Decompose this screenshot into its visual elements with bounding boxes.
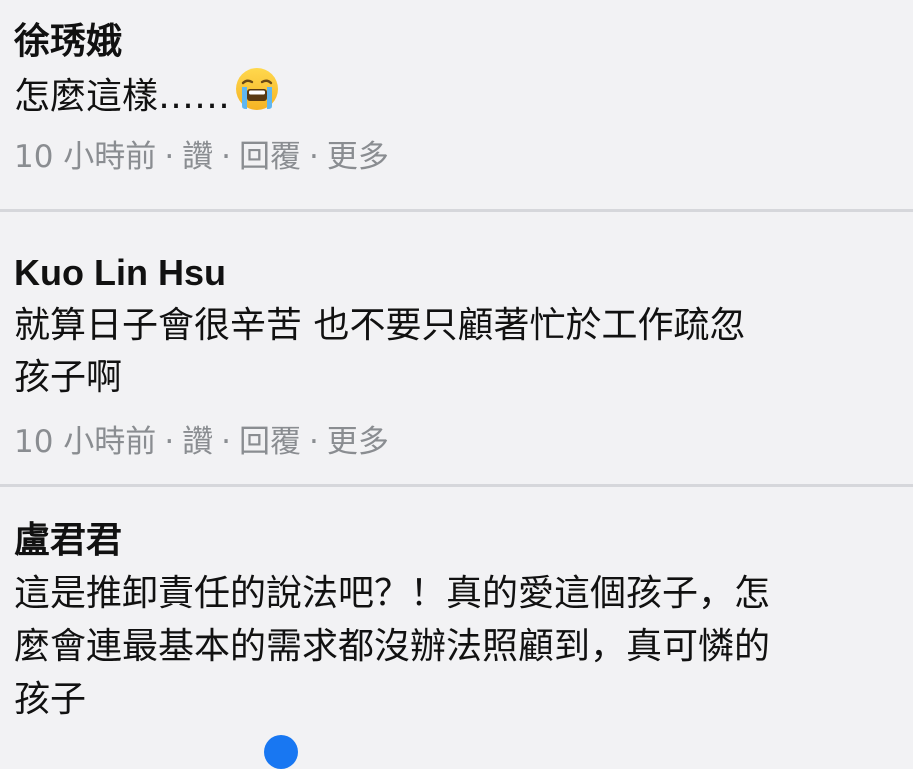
meta-separator: ·	[309, 424, 319, 460]
meta-separator: ·	[164, 139, 175, 175]
meta-separator: ·	[309, 139, 319, 175]
comment-text-line: 這是推卸責任的說法吧？！真的愛這個孩子，怎	[14, 573, 771, 614]
reaction-icon[interactable]	[264, 735, 298, 769]
more-link[interactable]: 更多	[327, 137, 389, 177]
meta-separator: ·	[221, 424, 232, 460]
comment-author[interactable]: Kuo Lin Hsu	[14, 250, 899, 296]
comment-text-line: 就算日子會很辛苦 也不要只顧著忙於工作疏忽	[14, 305, 746, 346]
comment: 盧君君 這是推卸責任的說法吧？！真的愛這個孩子，怎 麼會連最基本的需求都沒辦法照…	[0, 487, 913, 769]
comment: 徐琇娥 怎麼這樣…… 10 小時前 · 讚 · 回覆 · 更多	[0, 0, 913, 209]
comment: Kuo Lin Hsu 就算日子會很辛苦 也不要只顧著忙於工作疏忽 孩子啊 10…	[0, 212, 913, 484]
comment-text-content: 怎麼這樣……	[14, 76, 231, 117]
comment-timestamp[interactable]: 10 小時前	[14, 137, 156, 177]
comment-timestamp[interactable]: 10 小時前	[14, 422, 156, 462]
comment-text: 就算日子會很辛苦 也不要只顧著忙於工作疏忽 孩子啊	[14, 300, 899, 404]
loudly-crying-face-icon	[234, 66, 280, 112]
comment-text-line: 孩子啊	[14, 357, 123, 398]
comment-text-line: 麼會連最基本的需求都沒辦法照顧到，真可憐的	[14, 626, 771, 667]
comment-text: 怎麼這樣……	[14, 66, 899, 123]
like-link[interactable]: 讚	[182, 422, 213, 462]
comment-text-line: 孩子	[14, 679, 87, 720]
comment-author[interactable]: 徐琇娥	[14, 18, 899, 64]
more-link[interactable]: 更多	[327, 422, 389, 462]
like-link[interactable]: 讚	[182, 137, 213, 177]
meta-separator: ·	[221, 139, 232, 175]
comment-meta: 10 小時前 · 讚 · 回覆 · 更多	[14, 422, 899, 462]
comment-text: 這是推卸責任的說法吧？！真的愛這個孩子，怎 麼會連最基本的需求都沒辦法照顧到，真…	[14, 567, 899, 726]
meta-separator: ·	[164, 424, 175, 460]
comment-meta: 10 小時前 · 讚 · 回覆 · 更多	[14, 137, 899, 177]
reply-link[interactable]: 回覆	[239, 422, 301, 462]
reply-link[interactable]: 回覆	[239, 137, 301, 177]
comment-author[interactable]: 盧君君	[14, 517, 899, 563]
